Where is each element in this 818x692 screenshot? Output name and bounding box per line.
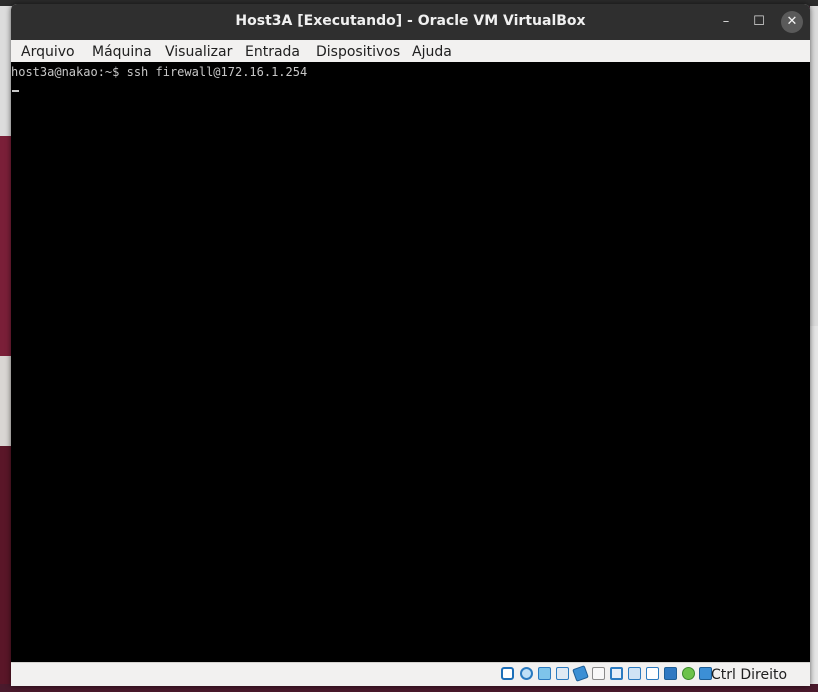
video-capture-icon[interactable]: [628, 667, 641, 680]
cpu-virtualization-icon[interactable]: [664, 667, 677, 680]
menu-maquina[interactable]: Máquina: [92, 44, 152, 60]
host-key-label: Ctrl Direito: [711, 667, 788, 683]
menu-dispositivos[interactable]: Dispositivos: [316, 44, 400, 60]
menu-entrada[interactable]: Entrada: [245, 44, 300, 60]
terminal-cursor: [12, 90, 19, 92]
desktop-background-right: [810, 6, 818, 692]
menu-ajuda[interactable]: Ajuda: [412, 44, 452, 60]
mouse-integration-icon[interactable]: [682, 667, 695, 680]
maximize-button[interactable]: ☐: [748, 11, 770, 33]
audio-icon[interactable]: [538, 667, 551, 680]
virtualbox-window: Host3A [Executando] - Oracle VM VirtualB…: [11, 4, 810, 686]
usb-icon[interactable]: [572, 665, 589, 682]
recording-icon[interactable]: [646, 667, 659, 680]
window-title: Host3A [Executando] - Oracle VM VirtualB…: [235, 13, 586, 29]
vm-console-screen[interactable]: host3a@nakao:~$ ssh firewall@172.16.1.25…: [11, 62, 810, 662]
minimize-button[interactable]: –: [715, 11, 737, 33]
shared-folders-icon[interactable]: [592, 667, 605, 680]
hard-disk-icon[interactable]: [501, 667, 514, 680]
title-bar[interactable]: Host3A [Executando] - Oracle VM VirtualB…: [11, 4, 810, 40]
terminal-prompt-line: host3a@nakao:~$ ssh firewall@172.16.1.25…: [11, 65, 308, 79]
menu-visualizar[interactable]: Visualizar: [165, 44, 232, 60]
menu-arquivo[interactable]: Arquivo: [21, 44, 75, 60]
optical-disk-icon[interactable]: [520, 667, 533, 680]
display-icon[interactable]: [610, 667, 623, 680]
status-bar: Ctrl Direito: [11, 662, 810, 686]
network-icon[interactable]: [556, 667, 569, 680]
close-button[interactable]: ✕: [781, 11, 803, 33]
